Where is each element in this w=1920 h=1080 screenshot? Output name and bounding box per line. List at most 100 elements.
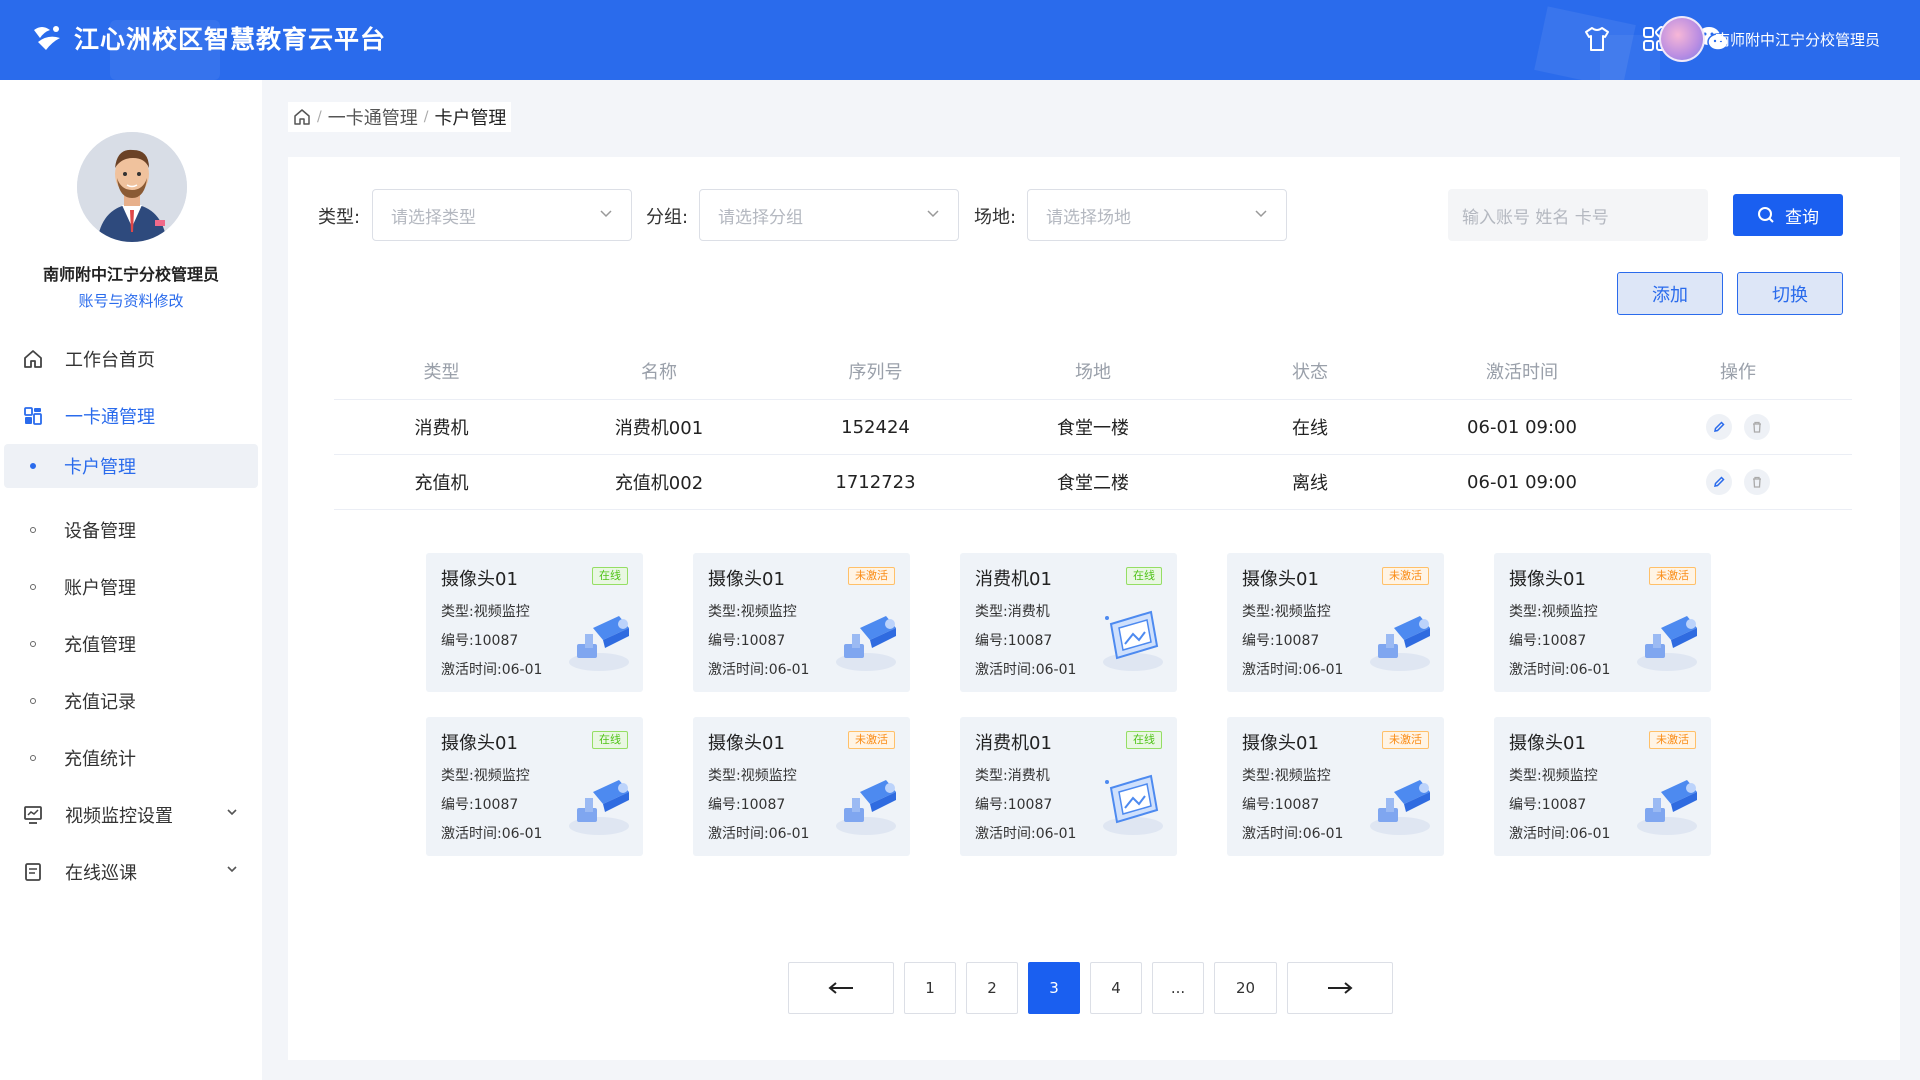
device-card[interactable]: 摄像头01 未激活 类型:视频监控 编号:10087 激活时间:06-01 [693, 717, 910, 856]
sidebar-item-accounts[interactable]: 账户管理 [0, 558, 262, 615]
page-button-current[interactable]: 3 [1028, 962, 1080, 1014]
cell-actions [1628, 414, 1848, 440]
top-header: 江心洲校区智慧教育云平台 南师附中江宁分校管理员 [0, 0, 1920, 80]
device-card[interactable]: 摄像头01 未激活 类型:视频监控 编号:10087 激活时间:06-01 [1494, 553, 1711, 692]
status-badge: 未激活 [1382, 567, 1429, 585]
table-row: 充值机 充值机002 1712723 食堂二楼 离线 06-01 09:00 [334, 455, 1852, 510]
page-button[interactable]: 4 [1090, 962, 1142, 1014]
add-button[interactable]: 添加 [1617, 272, 1723, 315]
card-type: 类型:视频监控 [1242, 604, 1331, 620]
card-type: 类型:视频监控 [441, 768, 530, 784]
cell-type: 消费机 [414, 418, 469, 439]
breadcrumb-separator: / [423, 109, 429, 125]
app-logo[interactable]: 江心洲校区智慧教育云平台 [30, 20, 386, 56]
camera-icon [1637, 616, 1697, 671]
device-card[interactable]: 摄像头01 在线 类型:视频监控 编号:10087 激活时间:06-01 [426, 553, 643, 692]
dashboard-icon [22, 405, 44, 427]
bullet-icon [30, 583, 36, 590]
page-ellipsis[interactable]: ... [1152, 962, 1204, 1014]
card-code: 编号:10087 [975, 633, 1053, 649]
sidebar-item-devices[interactable]: 设备管理 [0, 501, 262, 558]
sidebar-item-video-settings[interactable]: 视频监控设置 [0, 786, 262, 843]
venue-select-placeholder: 请选择场地 [1046, 207, 1131, 228]
search-input[interactable]: 输入账号 姓名 卡号 [1448, 189, 1708, 241]
profile-avatar[interactable] [77, 132, 187, 242]
sidebar-item-online-patrol[interactable]: 在线巡课 [0, 843, 262, 900]
sidebar-item-label: 一卡通管理 [65, 406, 155, 428]
status-badge: 在线 [1126, 567, 1162, 585]
logo-icon [34, 26, 60, 50]
card-code: 编号:10087 [1509, 633, 1587, 649]
sidebar-item-card-management[interactable]: 一卡通管理 [0, 387, 262, 444]
sidebar-item-recharge[interactable]: 充值管理 [0, 615, 262, 672]
device-card[interactable]: 摄像头01 未激活 类型:视频监控 编号:10087 激活时间:06-01 [693, 553, 910, 692]
sidebar-item-recharge-records[interactable]: 充值记录 [0, 672, 262, 729]
card-time: 激活时间:06-01 [441, 826, 543, 842]
sidebar: 南师附中江宁分校管理员 账号与资料修改 工作台首页 一卡通管理 卡户管理 设备管… [0, 80, 262, 1080]
edit-button[interactable] [1706, 414, 1732, 440]
user-menu[interactable]: 南师附中江宁分校管理员 [1658, 16, 1880, 62]
arrow-right-icon [1328, 982, 1353, 994]
card-title: 消费机01 [975, 569, 1052, 590]
page-button[interactable]: 1 [904, 962, 956, 1014]
device-card[interactable]: 摄像头01 未激活 类型:视频监控 编号:10087 激活时间:06-01 [1227, 717, 1444, 856]
screen-icon [1103, 610, 1163, 671]
sidebar-item-home[interactable]: 工作台首页 [0, 330, 262, 387]
bullet-icon [30, 526, 36, 533]
card-title: 摄像头01 [1242, 569, 1319, 590]
device-card[interactable]: 摄像头01 在线 类型:视频监控 编号:10087 激活时间:06-01 [426, 717, 643, 856]
edit-button[interactable] [1706, 469, 1732, 495]
breadcrumb-item[interactable]: 一卡通管理 [328, 104, 418, 130]
card-code: 编号:10087 [1242, 633, 1320, 649]
status-badge: 未激活 [1649, 567, 1696, 585]
prev-page-button[interactable] [788, 962, 894, 1014]
delete-button[interactable] [1744, 414, 1770, 440]
device-card[interactable]: 消费机01 在线 类型:消费机 编号:10087 激活时间:06-01 [960, 717, 1177, 856]
device-card[interactable]: 摄像头01 未激活 类型:视频监控 编号:10087 激活时间:06-01 [1227, 553, 1444, 692]
group-filter-label: 分组: [646, 207, 689, 228]
main-panel: 类型: 请选择类型 分组: 请选择分组 场地: 请选择场地 输入账号 姓名 卡号… [288, 157, 1900, 1060]
card-type: 类型:视频监控 [1509, 768, 1598, 784]
user-avatar[interactable] [1658, 16, 1705, 62]
camera-icon [836, 780, 896, 835]
account-settings-link[interactable]: 账号与资料修改 [0, 290, 262, 311]
home-icon[interactable] [293, 108, 311, 126]
trash-icon [1753, 421, 1761, 433]
switch-button[interactable]: 切换 [1737, 272, 1843, 315]
card-type: 类型:视频监控 [708, 604, 797, 620]
bullet-icon [30, 463, 36, 469]
sidebar-item-cardholder[interactable]: 卡户管理 [4, 444, 258, 488]
card-type: 类型:视频监控 [1509, 604, 1598, 620]
group-select[interactable]: 请选择分组 [699, 189, 959, 241]
cell-type: 充值机 [414, 473, 469, 494]
device-card[interactable]: 摄像头01 未激活 类型:视频监控 编号:10087 激活时间:06-01 [1494, 717, 1711, 856]
card-title: 摄像头01 [1509, 733, 1586, 754]
card-title: 消费机01 [975, 733, 1052, 754]
card-time: 激活时间:06-01 [975, 826, 1077, 842]
next-page-button[interactable] [1287, 962, 1393, 1014]
type-select[interactable]: 请选择类型 [372, 189, 632, 241]
sidebar-item-recharge-stats[interactable]: 充值统计 [0, 729, 262, 786]
group-select-placeholder: 请选择分组 [718, 207, 803, 228]
screen-icon [1103, 774, 1163, 835]
column-header: 操作 [1720, 361, 1756, 383]
cell-serial: 152424 [841, 416, 910, 438]
status-badge: 未激活 [848, 731, 895, 749]
venue-select[interactable]: 请选择场地 [1027, 189, 1287, 241]
query-button[interactable]: 查询 [1733, 194, 1843, 236]
page-button[interactable]: 2 [966, 962, 1018, 1014]
card-code: 编号:10087 [1509, 797, 1587, 813]
type-select-placeholder: 请选择类型 [391, 207, 476, 228]
camera-icon [569, 616, 629, 671]
table-row: 消费机 消费机001 152424 食堂一楼 在线 06-01 09:00 [334, 400, 1852, 455]
bullet-icon [30, 697, 36, 704]
sidebar-item-label: 工作台首页 [65, 349, 155, 371]
tshirt-icon[interactable] [1580, 22, 1614, 56]
page-button[interactable]: 20 [1214, 962, 1277, 1014]
status-badge: 未激活 [848, 567, 895, 585]
delete-button[interactable] [1744, 469, 1770, 495]
device-card[interactable]: 消费机01 在线 类型:消费机 编号:10087 激活时间:06-01 [960, 553, 1177, 692]
card-time: 激活时间:06-01 [708, 826, 810, 842]
cell-activation-time: 06-01 09:00 [1467, 471, 1577, 493]
sidebar-item-label: 设备管理 [64, 520, 136, 542]
